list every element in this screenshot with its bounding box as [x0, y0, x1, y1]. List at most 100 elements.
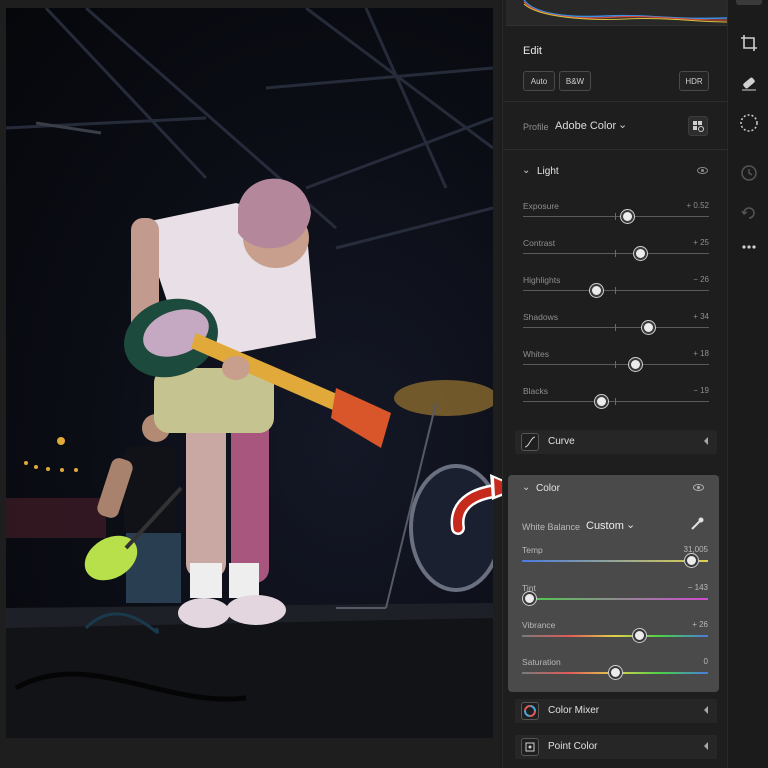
profile-browser-button[interactable] [688, 116, 708, 136]
curve-icon [521, 433, 539, 451]
slider-value: + 26 [692, 620, 708, 629]
slider-value: + 0.52 [686, 201, 709, 210]
histogram [506, 0, 728, 26]
white-balance-label: White Balance [522, 522, 581, 532]
edit-title: Edit [523, 45, 542, 57]
slider-track[interactable] [523, 327, 709, 328]
slider-track[interactable] [523, 401, 709, 402]
slider-track[interactable] [523, 253, 709, 254]
slider-vibrance[interactable]: Vibrance + 26 [522, 620, 708, 650]
grid-search-icon [693, 121, 704, 132]
slider-label: Saturation [522, 657, 561, 667]
curve-row[interactable]: Curve [515, 430, 717, 454]
light-section-header[interactable]: ⌄ Light [503, 163, 727, 183]
chevron-down-icon[interactable]: ⌄ [618, 118, 627, 131]
slider-thumb[interactable] [628, 358, 642, 371]
photo-preview[interactable] [6, 8, 493, 738]
slider-tint[interactable]: Tint − 143 [522, 583, 708, 613]
versions-icon[interactable] [738, 202, 760, 224]
slider-value: − 19 [693, 386, 709, 395]
slider-exposure[interactable]: Exposure + 0.52 [523, 201, 709, 231]
slider-label: Contrast [523, 238, 556, 248]
slider-label: Temp [522, 545, 543, 555]
edit-section: Edit Auto B&W HDR [503, 26, 727, 102]
slider-center-mark [615, 213, 616, 220]
color-mixer-label: Color Mixer [548, 705, 600, 716]
color-section-header[interactable]: ⌄ Color [508, 480, 719, 500]
caret-left-icon [704, 437, 708, 445]
profile-label: Profile [523, 122, 549, 132]
slider-thumb[interactable] [595, 395, 609, 408]
temp-track[interactable] [522, 560, 708, 562]
slider-value: + 25 [693, 238, 709, 247]
slider-value: + 18 [693, 349, 709, 358]
slider-temp[interactable]: Temp 31,005 [522, 545, 708, 575]
profile-row: Profile Adobe Color ⌄ [503, 102, 727, 150]
slider-thumb[interactable] [621, 210, 635, 223]
slider-whites[interactable]: Whites + 18 [523, 349, 709, 379]
slider-track[interactable] [523, 290, 709, 291]
healing-icon[interactable] [738, 72, 760, 94]
slider-center-mark [615, 361, 616, 368]
color-section: ⌄ Color White Balance Custom ⌄ Temp 31,0… [508, 475, 719, 692]
slider-track[interactable] [523, 364, 709, 365]
slider-saturation[interactable]: Saturation 0 [522, 657, 708, 687]
profile-dropdown[interactable]: Adobe Color [555, 120, 616, 132]
vibrance-track[interactable] [522, 635, 708, 637]
slider-thumb[interactable] [685, 554, 699, 567]
slider-contrast[interactable]: Contrast + 25 [523, 238, 709, 268]
slider-thumb[interactable] [589, 284, 603, 297]
slider-thumb[interactable] [609, 666, 622, 679]
eyedropper-icon[interactable] [689, 516, 705, 532]
chevron-down-icon: ⌄ [522, 482, 531, 493]
slider-label: Exposure [523, 201, 559, 211]
bw-button[interactable]: B&W [559, 71, 591, 91]
slider-thumb[interactable] [523, 592, 537, 605]
caret-left-icon [704, 742, 708, 750]
slider-center-mark [615, 398, 616, 405]
slider-value: − 143 [687, 583, 708, 592]
slider-center-mark [615, 250, 616, 257]
slider-blacks[interactable]: Blacks − 19 [523, 386, 709, 416]
photo-canvas-area [0, 0, 500, 768]
hdr-button[interactable]: HDR [679, 71, 709, 91]
slider-label: Vibrance [522, 620, 556, 630]
slider-label: Highlights [523, 275, 561, 285]
slider-track[interactable] [523, 216, 709, 217]
tool-strip [727, 0, 768, 768]
slider-shadows[interactable]: Shadows + 34 [523, 312, 709, 342]
slider-thumb[interactable] [641, 321, 655, 334]
slider-label: Whites [523, 349, 549, 359]
crop-icon[interactable] [738, 32, 760, 54]
light-title: Light [537, 166, 559, 177]
tint-track[interactable] [522, 598, 708, 600]
slider-thumb[interactable] [633, 629, 647, 642]
history-icon[interactable] [738, 162, 760, 184]
chevron-down-icon: ⌄ [522, 165, 531, 176]
masking-icon[interactable] [738, 112, 760, 134]
concert-photo [6, 8, 493, 738]
slider-label: Blacks [523, 386, 549, 396]
color-mixer-row[interactable]: Color Mixer [515, 699, 717, 723]
curve-label: Curve [548, 436, 575, 447]
slider-label: Shadows [523, 312, 558, 322]
toolbar-edit-tab[interactable] [736, 0, 762, 5]
color-wheel-icon [521, 702, 539, 720]
point-color-label: Point Color [548, 741, 598, 752]
slider-center-mark [615, 324, 616, 331]
white-balance-dropdown[interactable]: Custom [586, 520, 624, 532]
chevron-down-icon[interactable]: ⌄ [626, 518, 635, 531]
eye-icon[interactable] [697, 167, 708, 174]
point-color-icon [521, 738, 539, 756]
eye-icon[interactable] [693, 484, 704, 491]
color-title: Color [536, 483, 560, 494]
slider-value: + 34 [693, 312, 709, 321]
slider-value: 31,005 [683, 545, 708, 554]
auto-button[interactable]: Auto [523, 71, 555, 91]
slider-value: 0 [703, 657, 708, 666]
slider-highlights[interactable]: Highlights − 26 [523, 275, 709, 305]
more-icon[interactable] [738, 236, 760, 258]
slider-thumb[interactable] [634, 247, 648, 260]
slider-value: − 26 [693, 275, 709, 284]
point-color-row[interactable]: Point Color [515, 735, 717, 759]
